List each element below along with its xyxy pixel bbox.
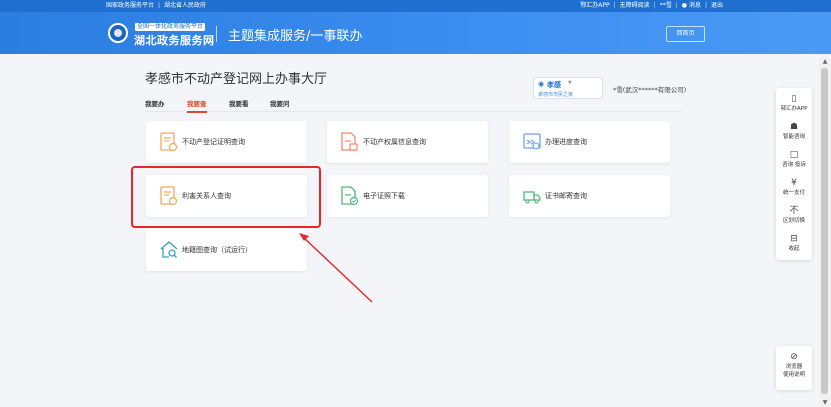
tab-bar: 我要办 我要查 我要看 我要问 [145,98,682,113]
side-item-region-switch[interactable]: 不 区划切换 [776,206,812,224]
browser-icon: ⊘ [790,352,798,362]
home-button[interactable]: 回首页 [666,26,705,42]
page-title: 孝感市不动产登记网上办事大厅 [145,72,328,87]
logo-subtitle: 全国一体化政务服务平台 [135,23,206,31]
card-ownership-info-query[interactable]: 不动产权属信息查询 [327,121,488,163]
side-tool-panel: ▯ 鄂汇办APP ☗ 智能咨询 □ 咨询 投诉 ¥ 统一支付 不 区划切换 ⊟ … [776,88,812,260]
app-link[interactable]: 鄂汇办APP [580,2,609,9]
side-item-complaint[interactable]: □ 咨询 投诉 [776,150,812,168]
logout-link[interactable]: 退出 [711,2,723,9]
top-links-left: 国家政务服务平台 | 湖北省人民政府 [106,0,206,12]
provincial-gov-link[interactable]: 湖北省人民政府 [164,2,206,9]
side-bottom-label: 使用说明 [782,372,805,378]
separator: | [653,2,656,9]
site-logo-icon[interactable] [108,23,128,43]
phone-icon: ▯ [791,94,797,104]
header-divider [216,26,217,42]
progress-search-icon [523,133,541,150]
card-registration-certificate-query[interactable]: 不动产登记证明查询 [146,121,307,163]
site-header: 全国一体化政务服务平台 湖北政务服务网 主题集成服务/一事联办 回首页 [0,12,831,54]
region-selector[interactable]: ◉ 孝感 ▼ 孝感市市民之家 [533,77,603,99]
side-item-label: 统一支付 [782,190,805,196]
messages-link[interactable]: 消息 [689,2,701,9]
delivery-truck-icon [523,191,541,204]
card-label: 不动产权属信息查询 [363,138,426,146]
region-subtitle: 孝感市市民之家 [538,92,574,98]
top-links-bar: 国家政务服务平台 | 湖北省人民政府 鄂汇办APP | 无障碍阅读 | **雪 | ● 消息 | 退… [0,0,831,12]
user-company: *雪(武汉******有限公司) [613,86,687,94]
yuan-icon: ¥ [791,178,797,188]
card-label: 电子证照下载 [363,192,405,200]
accessible-reading-link[interactable]: 无障碍阅读 [620,2,650,9]
browser-guide[interactable]: ⊘ 浏览器 使用说明 [776,352,812,378]
card-label: 办理进度查询 [545,138,587,146]
separator: | [675,2,678,9]
tab-ask[interactable]: 我要问 [270,98,290,112]
side-item-collapse[interactable]: ⊟ 收起 [776,234,812,252]
separator: | [704,2,707,9]
chevron-down-icon: ▼ [568,80,572,86]
card-label: 证书邮寄查询 [545,192,587,200]
page-scrollbar[interactable]: ▲ ▼ [819,58,831,407]
logo-title[interactable]: 湖北政务服务网 [134,32,215,48]
scroll-down-arrow-icon[interactable]: ▼ [820,399,830,407]
card-certificate-mail-query[interactable]: 证书邮寄查询 [509,175,670,217]
side-item-label: 智能咨询 [782,134,805,140]
card-label: 不动产登记证明查询 [182,138,245,146]
house-search-icon [160,241,178,258]
highlight-box [131,166,321,228]
side-item-label: 咨询 投诉 [782,162,806,168]
header-title: 主题集成服务/一事联办 [228,29,363,44]
side-item-payment[interactable]: ¥ 统一支付 [776,178,812,196]
headset-icon: ☗ [789,122,799,132]
chat-icon: □ [789,150,799,160]
separator: | [613,2,616,9]
side-item-app[interactable]: ▯ 鄂汇办APP [776,94,812,112]
location-pin-icon: ◉ [538,80,545,88]
tab-query[interactable]: 我要查 [187,98,207,113]
document-check-icon [341,186,359,206]
side-item-label: 收起 [788,246,800,252]
side-item-label: 区划切换 [782,218,805,224]
card-cadastral-map-query[interactable]: 地籍图查询（试运行） [146,229,307,271]
national-platform-link[interactable]: 国家政务服务平台 [106,2,154,9]
side-item-smart-consult[interactable]: ☗ 智能咨询 [776,122,812,140]
scroll-thumb[interactable] [821,68,828,394]
collapse-icon: ⊟ [790,234,798,244]
side-bottom-label: 浏览器 [785,364,803,370]
card-progress-query[interactable]: 办理进度查询 [509,121,670,163]
user-name-link[interactable]: **雪 [660,2,672,9]
tab-handle[interactable]: 我要办 [145,98,165,112]
card-label: 地籍图查询（试运行） [182,246,252,254]
top-links-right: 鄂汇办APP | 无障碍阅读 | **雪 | ● 消息 | 退出 [580,0,723,12]
arrow-line [302,236,373,303]
bell-icon[interactable]: ● [682,2,687,9]
region-name: 孝感 [547,81,561,89]
side-item-label: 鄂汇办APP [780,106,808,112]
separator: | [158,2,161,9]
document-lock-icon [341,132,358,151]
scroll-up-arrow-icon[interactable]: ▲ [820,58,830,66]
document-stamp-icon [160,132,178,152]
card-e-license-download[interactable]: 电子证照下载 [327,175,488,217]
region-switch-icon: 不 [789,206,799,216]
browser-guide-panel[interactable]: ⊘ 浏览器 使用说明 [776,346,812,390]
tab-view[interactable]: 我要看 [229,98,249,112]
